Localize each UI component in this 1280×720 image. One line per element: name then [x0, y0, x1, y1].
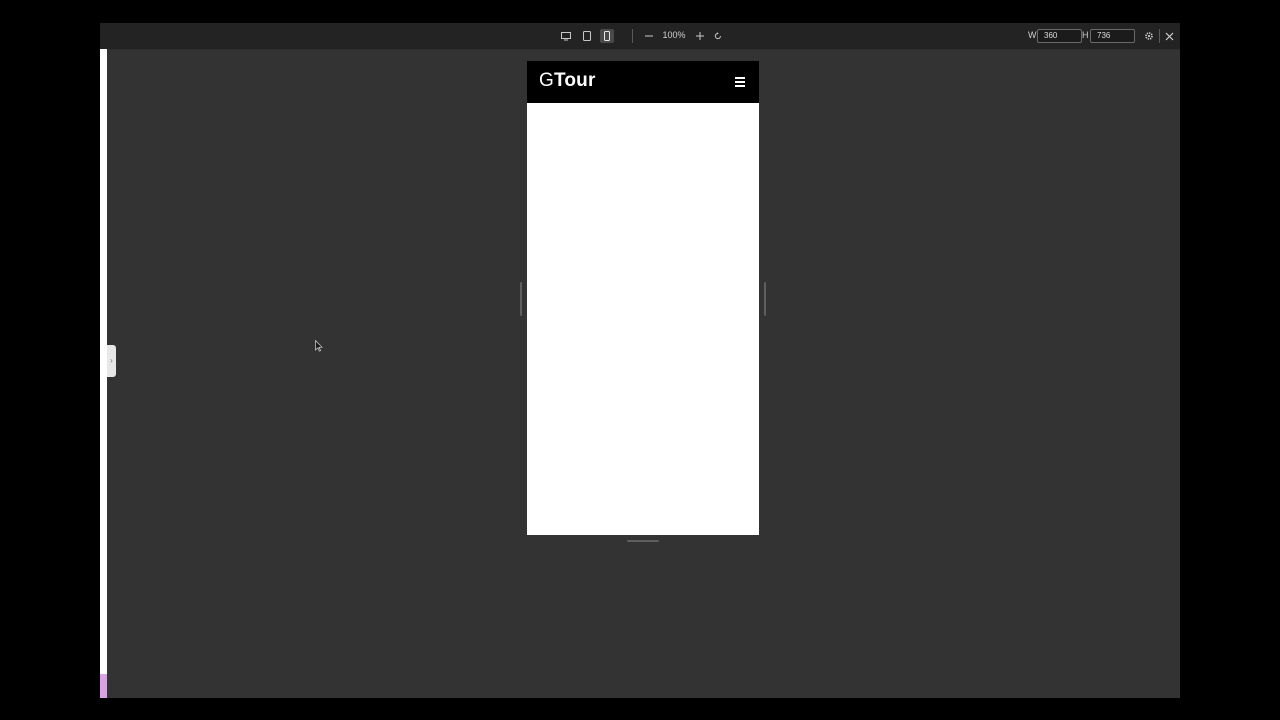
gear-icon	[1145, 32, 1153, 40]
width-input[interactable]: 360	[1037, 29, 1082, 43]
panel-toggle-button[interactable]: ›	[107, 345, 116, 377]
height-input[interactable]: 736	[1090, 29, 1135, 43]
resize-handle-bottom[interactable]	[627, 540, 659, 542]
close-button[interactable]	[1162, 29, 1176, 43]
close-icon	[1165, 32, 1173, 40]
desktop-icon	[561, 31, 571, 40]
side-panel-accent	[100, 674, 107, 698]
resize-handle-left[interactable]	[520, 282, 522, 316]
plus-icon	[696, 32, 704, 40]
minus-icon	[645, 35, 653, 37]
zoom-in-button[interactable]	[693, 29, 707, 43]
chevron-right-icon: ›	[110, 356, 113, 365]
logo-text: Tour	[553, 70, 596, 91]
desktop-view-button[interactable]	[559, 29, 573, 43]
hamburger-icon[interactable]	[735, 77, 745, 87]
zoom-out-button[interactable]	[642, 29, 656, 43]
mobile-icon	[604, 31, 610, 41]
editor-side-panel	[100, 49, 107, 698]
height-label: H	[1082, 30, 1089, 40]
settings-button[interactable]	[1142, 29, 1156, 43]
logo-prefix: G	[539, 70, 554, 91]
site-logo[interactable]: GTour	[539, 70, 596, 92]
mobile-view-button[interactable]	[600, 29, 614, 43]
resize-handle-right[interactable]	[764, 282, 766, 316]
toolbar-divider-right	[1159, 29, 1160, 43]
rotate-icon	[714, 32, 721, 40]
mobile-preview-frame: GTour	[527, 61, 759, 535]
mouse-cursor-icon	[315, 340, 323, 352]
width-label: W	[1028, 30, 1037, 40]
reset-zoom-button[interactable]	[711, 29, 725, 43]
tablet-view-button[interactable]	[580, 29, 594, 43]
site-header: GTour	[527, 61, 759, 103]
toolbar-divider	[632, 29, 633, 43]
tablet-icon	[583, 31, 591, 41]
preview-toolbar: 100% W 360 H 736	[100, 23, 1180, 50]
zoom-level: 100%	[662, 30, 686, 40]
responsive-preview-window: 100% W 360 H 736 › GTour	[100, 23, 1180, 698]
